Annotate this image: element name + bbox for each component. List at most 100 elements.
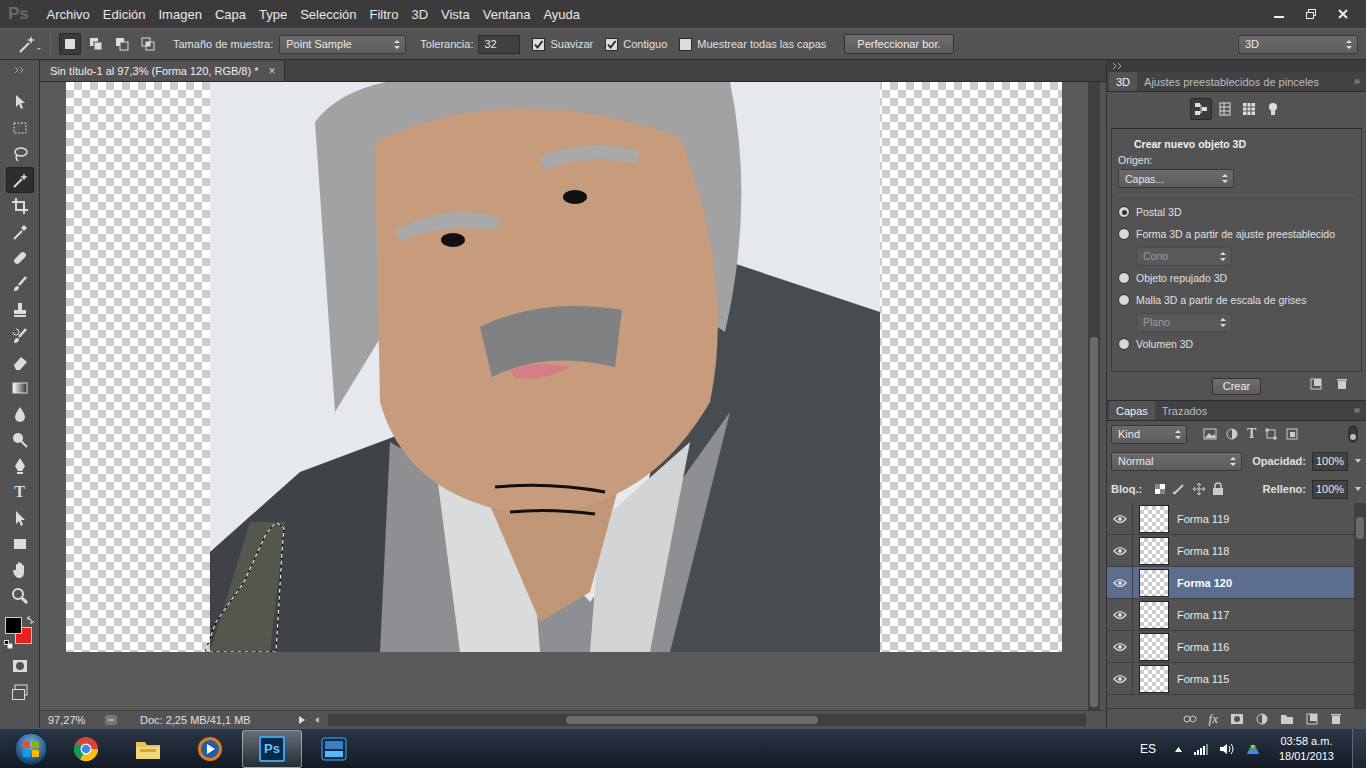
scroll-thumb[interactable] xyxy=(566,716,818,724)
layer-row[interactable]: Forma 120 xyxy=(1107,567,1354,599)
tool-button[interactable] xyxy=(6,297,34,323)
add-mask-icon[interactable] xyxy=(1230,713,1244,725)
horizontal-scrollbar[interactable] xyxy=(328,714,1086,726)
tolerance-field[interactable]: 32 xyxy=(478,35,520,54)
visibility-toggle[interactable] xyxy=(1107,663,1133,694)
new-layer-icon[interactable] xyxy=(1306,713,1318,725)
layer-style-button[interactable]: fx xyxy=(1209,711,1218,727)
canvas[interactable] xyxy=(66,82,1062,652)
tool-button[interactable] xyxy=(6,401,34,427)
taskbar-app[interactable]: Ps xyxy=(242,730,302,768)
layer-row[interactable]: Forma 115 xyxy=(1107,663,1354,695)
3d-view-button[interactable] xyxy=(1262,98,1284,120)
radio-option[interactable]: Objeto repujado 3D xyxy=(1118,267,1355,289)
tool-button[interactable] xyxy=(6,193,34,219)
layers-scrollbar[interactable] xyxy=(1354,503,1366,708)
fill-slider-arrow-icon[interactable] xyxy=(1354,485,1362,493)
tool-button[interactable] xyxy=(6,505,34,531)
3d-view-button[interactable] xyxy=(1190,98,1212,120)
layer-row[interactable]: Forma 118 xyxy=(1107,535,1354,567)
radio-option[interactable]: Volumen 3D xyxy=(1118,333,1355,355)
tool-button[interactable] xyxy=(6,427,34,453)
checkbox-option[interactable]: Suavizar xyxy=(532,38,593,51)
restore-button[interactable] xyxy=(1296,4,1326,24)
visibility-toggle[interactable] xyxy=(1107,535,1133,566)
tool-button[interactable] xyxy=(6,89,34,115)
workspace-dropdown[interactable]: 3D xyxy=(1238,35,1358,54)
tool-button[interactable] xyxy=(6,115,34,141)
selection-mode-button[interactable] xyxy=(59,33,81,55)
delete-layer-icon[interactable] xyxy=(1330,713,1342,725)
refine-edge-button[interactable]: Perfeccionar bor. xyxy=(844,34,953,54)
adjustment-layer-icon[interactable] xyxy=(1256,713,1268,725)
layer-row[interactable]: Forma 117 xyxy=(1107,599,1354,631)
vertical-scrollbar[interactable] xyxy=(1088,82,1100,710)
lock-pixels-icon[interactable] xyxy=(1172,483,1186,495)
create-button[interactable]: Crear xyxy=(1212,378,1262,395)
visibility-toggle[interactable] xyxy=(1107,567,1133,598)
taskbar-app[interactable] xyxy=(118,730,178,768)
tool-button[interactable] xyxy=(6,557,34,583)
panel-menu-icon[interactable] xyxy=(1354,77,1366,87)
layer-row[interactable]: Forma 116 xyxy=(1107,631,1354,663)
scroll-thumb[interactable] xyxy=(1356,517,1364,539)
taskbar-app[interactable] xyxy=(56,730,116,768)
selection-mode-button[interactable] xyxy=(137,33,159,55)
lock-position-icon[interactable] xyxy=(1192,482,1206,496)
link-layers-icon[interactable] xyxy=(1183,714,1197,724)
radio-button[interactable] xyxy=(1118,294,1130,306)
shape-filter-icon[interactable] xyxy=(1265,428,1277,440)
show-hidden-icons-icon[interactable] xyxy=(1174,745,1183,753)
tool-button[interactable] xyxy=(6,531,34,557)
new-group-icon[interactable] xyxy=(1280,713,1294,725)
selection-mode-button[interactable] xyxy=(111,33,133,55)
3d-view-button[interactable] xyxy=(1238,98,1260,120)
minimize-button[interactable] xyxy=(1264,4,1294,24)
filter-kind-dropdown[interactable]: Kind xyxy=(1111,425,1187,444)
tool-button[interactable] xyxy=(6,453,34,479)
panel-tab[interactable]: Ajustes preestablecidos de pinceles xyxy=(1137,72,1326,91)
filter-toggle-icon[interactable] xyxy=(1348,425,1358,443)
adjustment-filter-icon[interactable] xyxy=(1226,428,1238,440)
origin-dropdown[interactable]: Capas... xyxy=(1118,169,1234,188)
menu-item[interactable]: Imagen xyxy=(152,7,208,22)
radio-option[interactable]: Malla 3D a partir de escala de grises xyxy=(1118,289,1355,311)
radio-option[interactable]: Forma 3D a partir de ajuste preestableci… xyxy=(1118,223,1355,245)
close-button[interactable] xyxy=(1328,4,1358,24)
radio-option[interactable]: Postal 3D xyxy=(1118,201,1355,223)
menu-item[interactable]: Ayuda xyxy=(537,7,587,22)
checkbox[interactable] xyxy=(605,38,618,51)
foreground-color[interactable] xyxy=(5,617,22,634)
show-desktop-button[interactable] xyxy=(1352,729,1366,768)
tool-button[interactable] xyxy=(6,141,34,167)
clock[interactable]: 03:58 a.m.18/01/2013 xyxy=(1271,734,1342,764)
checkbox[interactable] xyxy=(532,38,545,51)
tool-button[interactable] xyxy=(6,323,34,349)
selection-mode-button[interactable] xyxy=(85,33,107,55)
menu-item[interactable]: Filtro xyxy=(363,7,405,22)
menu-item[interactable]: 3D xyxy=(405,7,435,22)
checkbox-option[interactable]: Contiguo xyxy=(605,38,667,51)
close-document-button[interactable]: × xyxy=(268,64,275,78)
panel-tab[interactable]: Trazados xyxy=(1155,401,1214,420)
tool-button[interactable] xyxy=(6,245,34,271)
menu-item[interactable]: Vista xyxy=(435,7,477,22)
new-item-icon[interactable] xyxy=(1310,378,1322,390)
lock-transparency-icon[interactable] xyxy=(1154,483,1166,495)
taskbar-app[interactable] xyxy=(180,730,240,768)
start-button[interactable] xyxy=(6,729,56,768)
layer-row[interactable]: Forma 119 xyxy=(1107,503,1354,535)
radio-button[interactable] xyxy=(1118,206,1130,218)
magic-wand-preset-icon[interactable] xyxy=(16,34,42,54)
radio-button[interactable] xyxy=(1118,338,1130,350)
panel-tab[interactable]: 3D xyxy=(1109,72,1137,91)
menu-item[interactable]: Archivo xyxy=(40,7,96,22)
tool-button[interactable] xyxy=(6,653,34,679)
input-language[interactable]: ES xyxy=(1140,742,1156,756)
radio-button[interactable] xyxy=(1118,228,1130,240)
tool-button[interactable] xyxy=(6,679,34,705)
tool-button[interactable] xyxy=(6,271,34,297)
panel-menu-icon[interactable] xyxy=(1354,406,1366,416)
menu-item[interactable]: Capa xyxy=(208,7,252,22)
opacity-slider-arrow-icon[interactable] xyxy=(1354,457,1362,465)
